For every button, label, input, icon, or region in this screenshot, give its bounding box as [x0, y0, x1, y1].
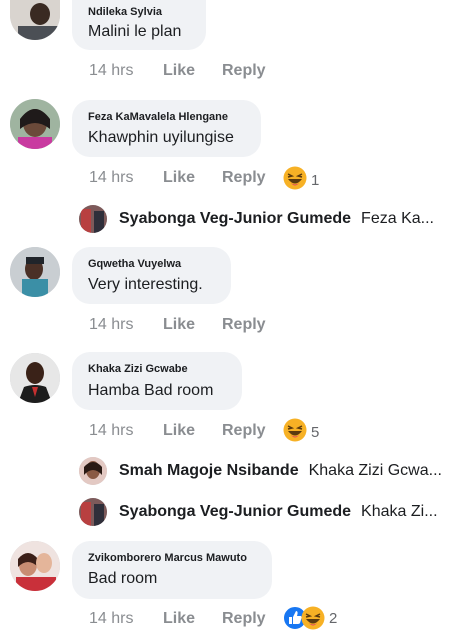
like-button[interactable]: Like: [163, 316, 195, 334]
reaction-icons: [283, 606, 325, 630]
avatar: [79, 498, 107, 526]
comment-time[interactable]: 14 hrs: [89, 316, 133, 334]
avatar[interactable]: [10, 247, 60, 297]
avatar: [79, 457, 107, 485]
comment-author[interactable]: Feza KaMavalela Hlengane: [88, 111, 228, 123]
reaction-count: 5: [311, 423, 320, 441]
reply-summary[interactable]: Syabonga Veg-Junior Gumede Feza Ka...: [79, 205, 434, 233]
avatar[interactable]: [10, 99, 60, 149]
reaction-count: 2: [329, 609, 338, 627]
comment-time[interactable]: 14 hrs: [89, 169, 133, 187]
comment-bubble: Ndileka Sylvia Malini le plan: [72, 0, 206, 50]
reply-preview: Khaka Zi...: [361, 503, 438, 520]
reply-button[interactable]: Reply: [222, 422, 266, 440]
reply-button[interactable]: Reply: [222, 62, 266, 80]
comment-text: Bad room: [88, 570, 158, 587]
comment-author[interactable]: Khaka Zizi Gcwabe: [88, 363, 188, 375]
comment-time[interactable]: 14 hrs: [89, 422, 133, 440]
comment-text: Very interesting.: [88, 276, 203, 293]
avatar[interactable]: [10, 541, 60, 591]
comment-time[interactable]: 14 hrs: [89, 610, 133, 628]
reply-author[interactable]: Syabonga Veg-Junior Gumede: [119, 210, 351, 228]
comment-time[interactable]: 14 hrs: [89, 62, 133, 80]
haha-icon: [283, 418, 307, 446]
like-button[interactable]: Like: [163, 422, 195, 440]
comment-text: Hamba Bad room: [88, 382, 214, 399]
avatar[interactable]: [10, 353, 60, 403]
reply-summary[interactable]: Syabonga Veg-Junior Gumede Khaka Zi...: [79, 498, 438, 526]
comment-bubble: Khaka Zizi Gcwabe Hamba Bad room: [72, 352, 242, 410]
reply-button[interactable]: Reply: [222, 169, 266, 187]
reply-button[interactable]: Reply: [222, 316, 266, 334]
reply-preview: Khaka Zizi Gcwa...: [308, 462, 442, 479]
reactions[interactable]: 2: [283, 606, 337, 630]
comment-text: Khawphin uyilungise: [88, 129, 234, 146]
comment-bubble: Gqwetha Vuyelwa Very interesting.: [72, 247, 231, 304]
reactions[interactable]: 5: [283, 418, 319, 446]
haha-icon: [301, 606, 325, 634]
reply-author[interactable]: Smah Magoje Nsibande: [119, 462, 299, 480]
avatar: [79, 205, 107, 233]
comment-bubble: Feza KaMavalela Hlengane Khawphin uyilun…: [72, 100, 261, 157]
avatar[interactable]: [10, 0, 60, 40]
reply-author[interactable]: Syabonga Veg-Junior Gumede: [119, 503, 351, 521]
reply-preview: Feza Ka...: [361, 210, 434, 227]
comment-author[interactable]: Ndileka Sylvia: [88, 6, 162, 18]
like-button[interactable]: Like: [163, 62, 195, 80]
haha-icon: [283, 166, 307, 194]
like-button[interactable]: Like: [163, 610, 195, 628]
comment-text: Malini le plan: [88, 23, 182, 40]
comment-bubble: Zvikomborero Marcus Mawuto Bad room: [72, 541, 272, 599]
comment-author[interactable]: Gqwetha Vuyelwa: [88, 258, 181, 270]
reactions[interactable]: 1: [283, 166, 319, 194]
comment-author[interactable]: Zvikomborero Marcus Mawuto: [88, 552, 247, 564]
reply-summary[interactable]: Smah Magoje Nsibande Khaka Zizi Gcwa...: [79, 457, 442, 485]
like-button[interactable]: Like: [163, 169, 195, 187]
reaction-count: 1: [311, 171, 320, 189]
reply-button[interactable]: Reply: [222, 610, 266, 628]
